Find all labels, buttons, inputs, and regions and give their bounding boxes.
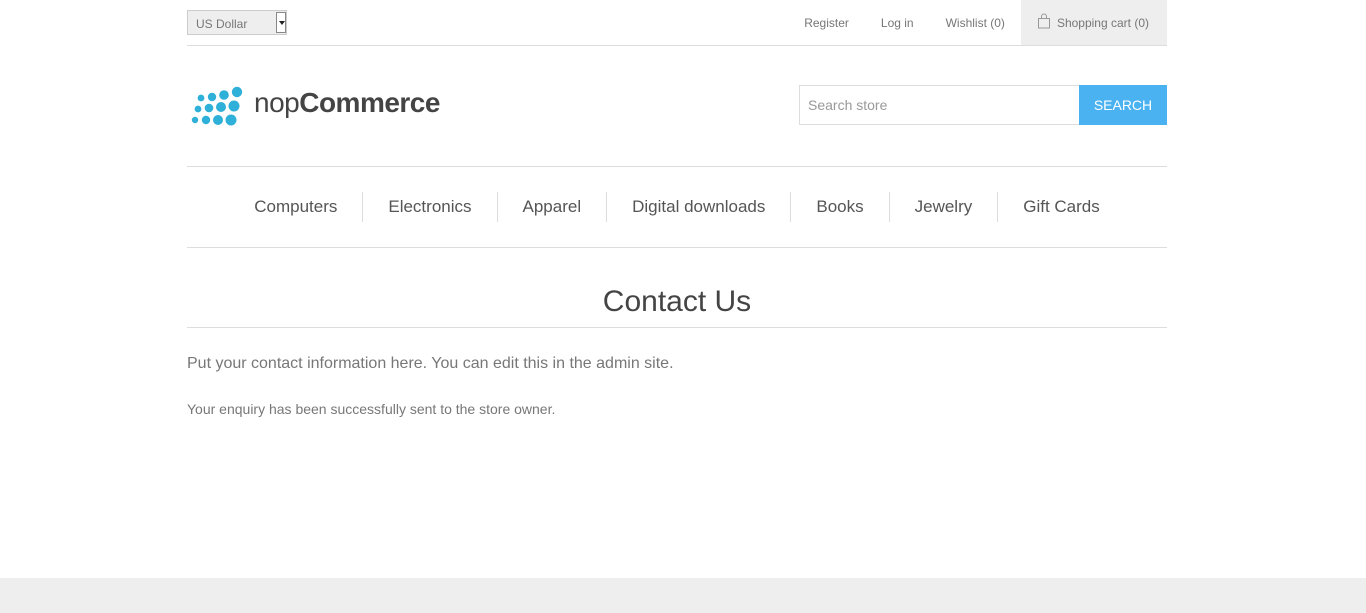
- menu-item-gift-cards[interactable]: Gift Cards: [998, 192, 1125, 222]
- menu-item-jewelry[interactable]: Jewelry: [890, 192, 999, 222]
- search-box: SEARCH: [799, 85, 1167, 125]
- header-upper: US Dollar Register Log in Wishlist (0) S…: [187, 0, 1167, 46]
- menu-item-books[interactable]: Books: [791, 192, 890, 222]
- footer: [0, 578, 1366, 613]
- result-message: Your enquiry has been successfully sent …: [187, 401, 556, 417]
- register-link[interactable]: Register: [788, 16, 865, 30]
- page-title: Contact Us: [187, 280, 1167, 328]
- wishlist-link[interactable]: Wishlist (0): [930, 16, 1021, 30]
- top-menu: Computers Electronics Apparel Digital do…: [187, 166, 1167, 248]
- logo-text-bold: Commerce: [299, 87, 440, 118]
- shopping-cart-label: Shopping cart (0): [1056, 15, 1149, 30]
- logo-wordmark: nopCommerce: [254, 87, 440, 119]
- menu-item-apparel[interactable]: Apparel: [498, 192, 608, 222]
- logo-text-light: nop: [254, 87, 300, 118]
- currency-select[interactable]: US Dollar: [187, 10, 287, 35]
- header-links: Register Log in Wishlist (0) Shopping ca…: [788, 0, 1167, 45]
- menu-item-digital-downloads[interactable]: Digital downloads: [607, 192, 792, 222]
- page-container: US Dollar Register Log in Wishlist (0) S…: [187, 0, 1167, 417]
- page-heading: Contact Us: [602, 285, 752, 318]
- search-input[interactable]: [799, 85, 1079, 125]
- menu-item-electronics[interactable]: Electronics: [363, 192, 498, 222]
- chevron-down-icon[interactable]: [276, 12, 286, 33]
- shopping-bag-icon: [1037, 13, 1051, 29]
- currency-selected-value: US Dollar: [196, 17, 248, 31]
- shopping-cart-link[interactable]: Shopping cart (0): [1020, 0, 1167, 45]
- logo-dots-icon: [191, 86, 243, 126]
- login-link[interactable]: Log in: [865, 16, 930, 30]
- topic-text: Put your contact information here. You c…: [187, 355, 674, 372]
- menu-item-computers[interactable]: Computers: [229, 192, 364, 222]
- store-logo[interactable]: nopCommerce: [190, 84, 440, 126]
- search-button[interactable]: SEARCH: [1079, 85, 1167, 125]
